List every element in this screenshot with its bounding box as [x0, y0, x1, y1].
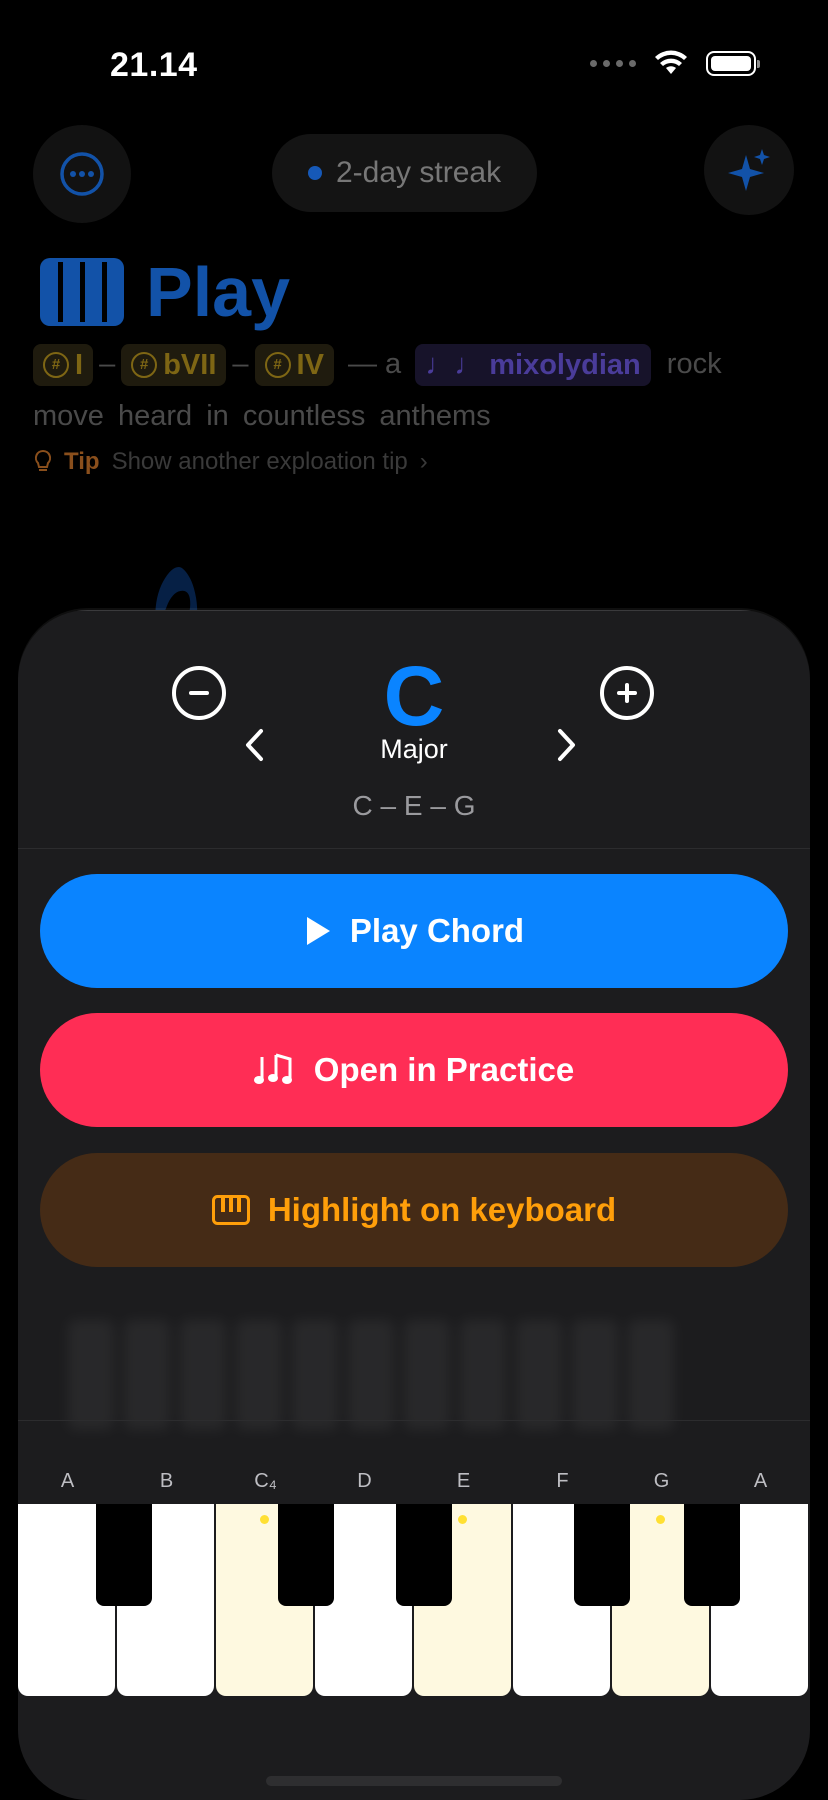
open-in-practice-button[interactable]: Open in Practice — [40, 1013, 788, 1127]
key-label: F — [556, 1470, 569, 1492]
tip-row[interactable]: Tip Show another exploation tip › — [34, 448, 428, 476]
divider — [18, 848, 810, 849]
black-key-g-sharp[interactable] — [684, 1504, 740, 1606]
highlight-dot — [260, 1515, 269, 1524]
sparkles-icon — [728, 149, 770, 191]
key-label: G — [653, 1470, 670, 1492]
highlight-dot — [458, 1515, 467, 1524]
chord-quality: Major — [380, 734, 448, 764]
music-notes-icon: ♩♩ — [425, 349, 484, 382]
piano-keys-icon — [211, 1195, 250, 1225]
highlight-dot — [656, 1515, 665, 1524]
key-labels: A B C₄ D E F G A — [18, 1470, 810, 1500]
mode-chip[interactable]: ♩♩ mixolydian — [415, 344, 651, 387]
streak-dot — [308, 166, 322, 180]
divider — [18, 1420, 810, 1421]
key-label: A — [753, 1470, 768, 1492]
play-icon — [306, 917, 330, 945]
key-label: D — [357, 1470, 372, 1492]
home-indicator — [266, 1776, 562, 1786]
piano-keys-icon — [40, 258, 124, 326]
music-notes-icon — [253, 1053, 292, 1084]
streak-label: 2-day streak — [336, 156, 502, 189]
progression-description: # I – # bVII – # IV — a ♩♩ mixolydian rock move … — [33, 338, 803, 442]
more-button[interactable] — [33, 125, 131, 223]
piano-keyboard — [18, 1504, 810, 1800]
root-note: C — [383, 649, 445, 743]
connector-text: — a — [347, 348, 402, 380]
play-chord-button[interactable]: Play Chord — [40, 874, 788, 988]
blurred-keys-background — [18, 1320, 810, 1430]
title-text: Play — [146, 253, 290, 331]
highlight-on-keyboard-button[interactable]: Highlight on keyboard — [40, 1153, 788, 1267]
page-title: Play — [40, 252, 290, 332]
tip-text: Show another exploation tip — [111, 448, 408, 475]
lightbulb-icon — [34, 449, 52, 471]
streak-pill[interactable]: 2-day streak — [272, 134, 538, 212]
chord-chip-2[interactable]: # bVII — [121, 344, 227, 387]
black-key-a-sharp[interactable] — [96, 1504, 152, 1606]
black-key-f-sharp[interactable] — [574, 1504, 630, 1606]
chevron-right-icon: › — [419, 448, 428, 475]
black-key-c-sharp[interactable] — [278, 1504, 334, 1606]
key-label: C₄ — [254, 1470, 277, 1492]
chevron-right-icon[interactable] — [556, 728, 578, 767]
chord-sheet: C Major C – E – G Play Chord Open in Pra… — [18, 610, 810, 1800]
tip-label: Tip — [64, 448, 100, 475]
black-key-d-sharp[interactable] — [396, 1504, 452, 1606]
chord-notes: C – E – G — [352, 790, 476, 821]
key-label: E — [456, 1470, 471, 1492]
sparkles-button[interactable] — [704, 125, 794, 215]
chord-chip-3[interactable]: # IV — [254, 344, 334, 387]
key-label: B — [159, 1470, 174, 1492]
key-label: A — [60, 1470, 75, 1492]
ellipsis-circle-icon — [60, 152, 104, 196]
chord-chip-1[interactable]: # I — [33, 344, 94, 387]
